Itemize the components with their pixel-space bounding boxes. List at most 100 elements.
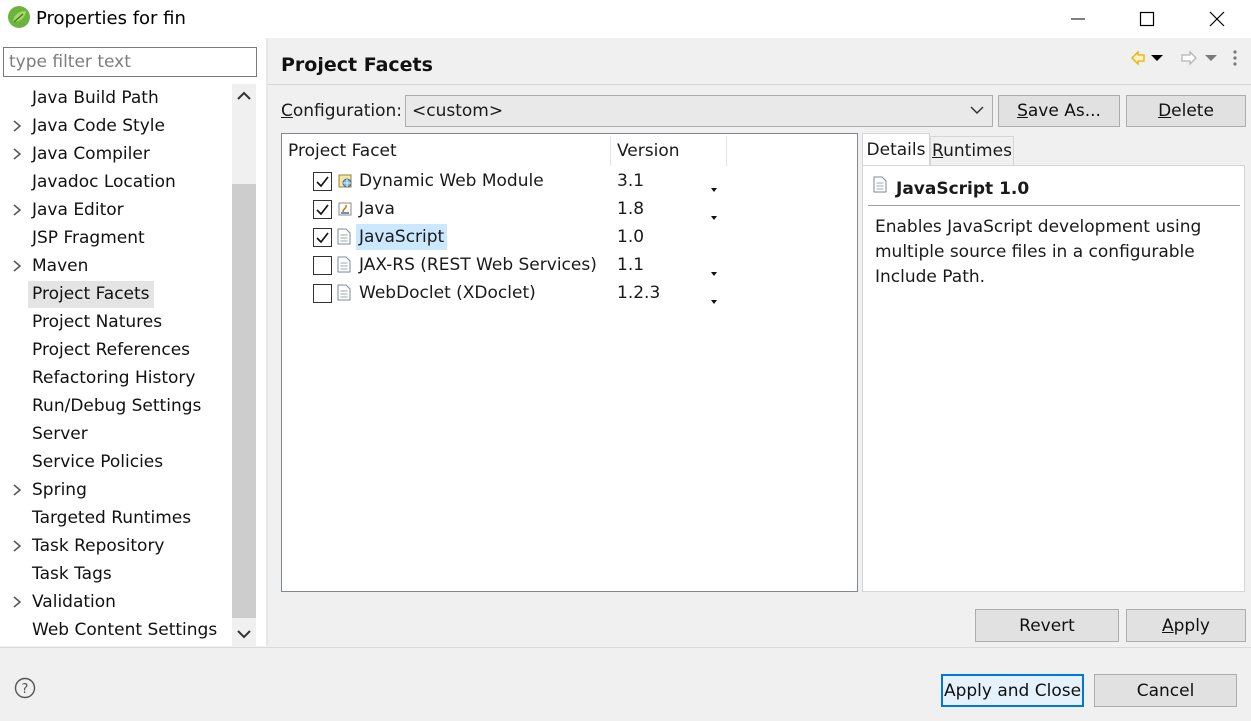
tab-runtimes[interactable]: Runtimes xyxy=(930,136,1014,165)
back-history-dropdown-icon[interactable] xyxy=(1151,55,1163,61)
tree-scrollbar[interactable] xyxy=(232,84,256,646)
apply-label: pply xyxy=(1173,615,1210,636)
minimize-icon xyxy=(1071,18,1085,20)
configuration-label: Configuration: xyxy=(281,101,403,121)
configuration-value: <custom> xyxy=(412,101,504,121)
sidebar-item-label: Web Content Settings xyxy=(32,620,218,640)
chevron-right-icon[interactable] xyxy=(10,202,24,218)
table-row[interactable]: JavaScript 1.0 xyxy=(282,223,857,251)
sidebar-item[interactable]: Task Tags xyxy=(0,560,232,588)
sidebar-item[interactable]: Project Natures xyxy=(0,308,232,336)
sidebar-item[interactable]: Web Content Settings xyxy=(0,616,232,644)
sidebar-item-label: Java Editor xyxy=(32,200,124,220)
chevron-right-icon[interactable] xyxy=(10,258,24,274)
forward-arrow-icon[interactable] xyxy=(1181,50,1197,66)
sidebar-item[interactable]: Javadoc Location xyxy=(0,168,232,196)
chevron-right-icon[interactable] xyxy=(10,482,24,498)
maximize-button[interactable] xyxy=(1124,0,1170,38)
close-button[interactable] xyxy=(1194,0,1240,38)
details-separator xyxy=(868,205,1240,206)
sidebar-item[interactable]: Run/Debug Settings xyxy=(0,392,232,420)
tab-details[interactable]: Details xyxy=(862,133,930,166)
delete-button[interactable]: Delete xyxy=(1126,95,1246,127)
sidebar-item[interactable]: Java Compiler xyxy=(0,140,232,168)
configuration-select[interactable]: <custom> xyxy=(405,95,993,127)
facet-version[interactable]: 1.0 xyxy=(617,224,644,250)
cancel-button[interactable]: Cancel xyxy=(1094,674,1237,707)
facet-version[interactable]: 1.2.3 xyxy=(617,280,660,306)
delete-label: elete xyxy=(1171,101,1214,121)
facet-name: JavaScript xyxy=(356,224,448,250)
window-title: Properties for fin xyxy=(36,8,186,29)
facet-version[interactable]: 1.8 xyxy=(617,196,644,222)
revert-button[interactable]: Revert xyxy=(975,609,1119,642)
facet-checkbox[interactable] xyxy=(313,172,332,191)
sidebar-item[interactable]: Task Repository xyxy=(0,532,232,560)
chevron-right-icon[interactable] xyxy=(10,538,24,554)
help-icon[interactable]: ? xyxy=(14,677,36,699)
sidebar-item[interactable]: JSP Fragment xyxy=(0,224,232,252)
configuration-label-rest: onfiguration: xyxy=(292,101,403,121)
sidebar-item[interactable]: Project Facets xyxy=(0,280,232,308)
sidebar-item-label: Task Tags xyxy=(32,564,112,584)
facet-checkbox[interactable] xyxy=(313,200,332,219)
dynamic-web-module-icon xyxy=(337,172,353,190)
java-facet-icon xyxy=(337,200,353,218)
sidebar-item-label: Project References xyxy=(32,340,191,360)
table-row[interactable]: WebDoclet (XDoclet) 1.2.3 xyxy=(282,279,857,307)
maximize-icon xyxy=(1139,11,1155,27)
sidebar-item[interactable]: Server xyxy=(0,420,232,448)
scroll-down-button[interactable] xyxy=(232,622,256,646)
panel-divider[interactable] xyxy=(266,38,268,646)
facet-checkbox[interactable] xyxy=(313,256,332,275)
column-separator xyxy=(610,136,611,166)
apply-and-close-button[interactable]: Apply and Close xyxy=(941,674,1084,707)
sidebar-item-label: Task Repository xyxy=(32,536,165,556)
sidebar-item[interactable]: Targeted Runtimes xyxy=(0,504,232,532)
facet-version[interactable]: 1.1 xyxy=(617,252,644,278)
scroll-up-button[interactable] xyxy=(232,84,256,108)
sidebar-item[interactable]: Validation xyxy=(0,588,232,616)
table-row[interactable]: Dynamic Web Module 3.1 xyxy=(282,167,857,195)
back-arrow-icon[interactable] xyxy=(1131,50,1145,66)
table-row[interactable]: Java 1.8 xyxy=(282,195,857,223)
version-dropdown-icon[interactable] xyxy=(710,206,718,220)
checkmark-icon xyxy=(316,204,329,216)
version-dropdown-icon[interactable] xyxy=(710,178,718,192)
chevron-right-icon[interactable] xyxy=(10,146,24,162)
version-dropdown-icon[interactable] xyxy=(710,290,718,304)
column-header-version[interactable]: Version xyxy=(617,138,680,164)
facet-name: WebDoclet (XDoclet) xyxy=(359,283,536,303)
scroll-thumb[interactable] xyxy=(232,184,256,618)
checkmark-icon xyxy=(316,232,329,244)
sidebar-item[interactable]: Project References xyxy=(0,336,232,364)
version-dropdown-icon[interactable] xyxy=(710,262,718,276)
preference-tree: Java Build Path Java Code Style Java Compi… xyxy=(0,84,232,646)
chevron-right-icon[interactable] xyxy=(10,118,24,134)
sidebar-item[interactable]: Java Code Style xyxy=(0,112,232,140)
checkmark-icon xyxy=(316,176,329,188)
sidebar-item[interactable]: Java Build Path xyxy=(0,84,232,112)
sidebar-item[interactable]: Spring xyxy=(0,476,232,504)
chevron-right-icon[interactable] xyxy=(10,594,24,610)
facet-version[interactable]: 3.1 xyxy=(617,168,644,194)
document-icon xyxy=(337,256,353,274)
view-menu-icon[interactable] xyxy=(1233,50,1237,66)
table-row[interactable]: JAX-RS (REST Web Services) 1.1 xyxy=(282,251,857,279)
sidebar-item[interactable]: Maven xyxy=(0,252,232,280)
sidebar-item[interactable]: Refactoring History xyxy=(0,364,232,392)
sidebar-item[interactable]: Java Editor xyxy=(0,196,232,224)
save-as-button[interactable]: Save As... xyxy=(998,95,1120,127)
column-header-facet[interactable]: Project Facet xyxy=(288,138,397,164)
facet-checkbox[interactable] xyxy=(313,228,332,247)
chevron-down-icon xyxy=(237,630,251,639)
details-heading: JavaScript 1.0 xyxy=(896,179,1030,199)
filter-input[interactable] xyxy=(3,47,257,77)
sidebar-item-label: Validation xyxy=(32,592,116,612)
facet-checkbox[interactable] xyxy=(313,284,332,303)
sidebar-item[interactable]: Service Policies xyxy=(0,448,232,476)
apply-button[interactable]: Apply xyxy=(1126,609,1246,642)
details-tabs: Details Runtimes xyxy=(862,133,1251,166)
forward-history-dropdown-icon[interactable] xyxy=(1205,55,1217,61)
minimize-button[interactable] xyxy=(1055,0,1101,38)
